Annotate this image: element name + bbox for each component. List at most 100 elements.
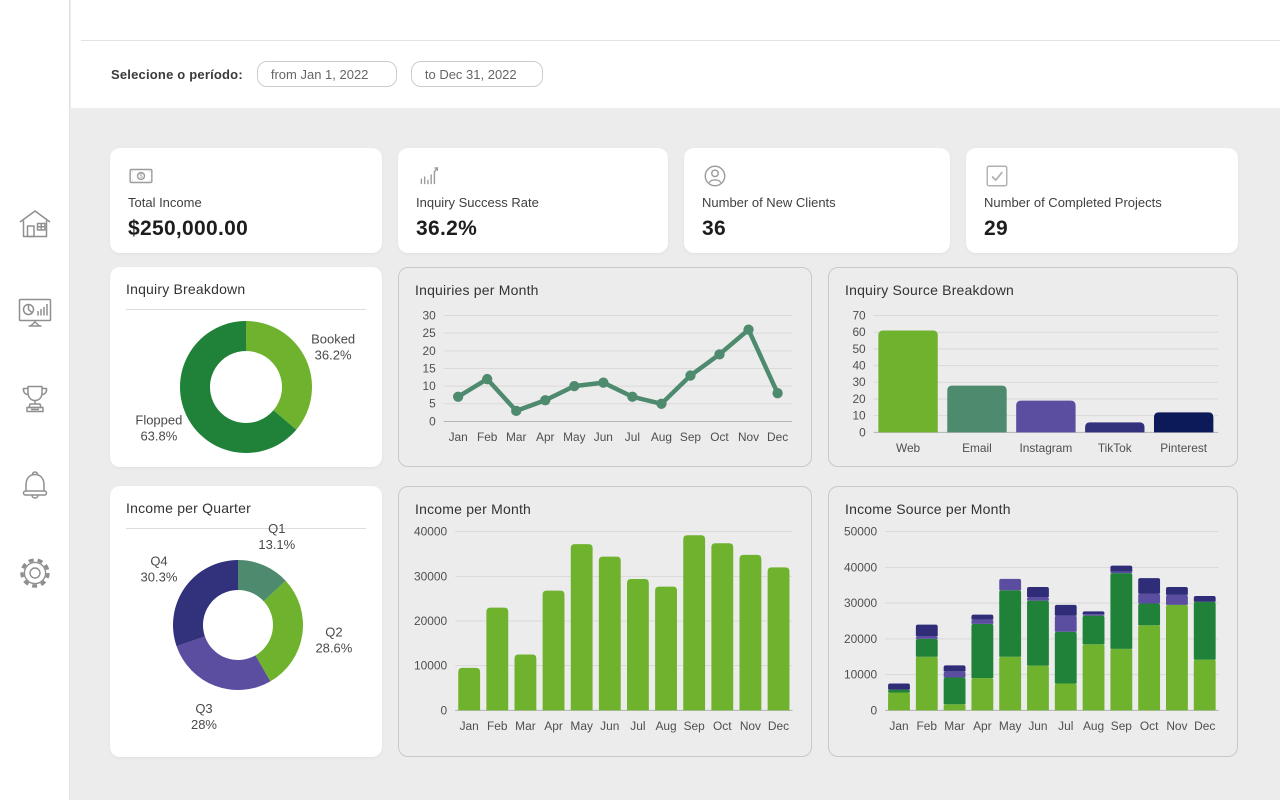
svg-text:Nov: Nov	[738, 430, 759, 444]
inquiry-breakdown-card: Inquiry Breakdown Booked36.2%Flopped63.8…	[110, 267, 382, 467]
svg-text:20: 20	[422, 344, 436, 358]
svg-text:Q3: Q3	[195, 701, 212, 716]
kpi-value: $250,000.00	[128, 217, 364, 241]
svg-text:28%: 28%	[191, 717, 217, 732]
svg-text:Mar: Mar	[944, 719, 965, 733]
income-per-month-card: Income per Month 010000200003000040000Ja…	[398, 486, 812, 757]
svg-text:Apr: Apr	[973, 719, 992, 733]
charts-row-1: Inquiry Breakdown Booked36.2%Flopped63.8…	[110, 267, 1240, 467]
svg-text:Feb: Feb	[487, 719, 508, 733]
svg-text:Email: Email	[962, 441, 992, 455]
svg-text:Jun: Jun	[1028, 719, 1047, 733]
svg-text:Mar: Mar	[515, 719, 536, 733]
svg-text:Nov: Nov	[1166, 719, 1187, 733]
money-bill-icon: $	[128, 163, 364, 189]
kpi-card-total-income: $ Total Income $250,000.00	[110, 148, 382, 253]
svg-text:20: 20	[852, 392, 866, 406]
svg-text:Aug: Aug	[651, 430, 672, 444]
svg-text:50000: 50000	[844, 525, 877, 539]
kpi-value: 36.2%	[416, 217, 650, 241]
kpi-value: 29	[984, 217, 1220, 241]
svg-text:Jul: Jul	[630, 719, 645, 733]
sidebar-item-notifications[interactable]	[15, 466, 55, 506]
svg-text:Booked: Booked	[311, 332, 355, 347]
sidebar-item-dashboard[interactable]	[15, 292, 55, 332]
svg-text:Dec: Dec	[1194, 719, 1215, 733]
svg-text:0: 0	[429, 414, 436, 428]
svg-text:Q4: Q4	[150, 554, 167, 569]
svg-text:25: 25	[422, 326, 436, 340]
gear-icon	[15, 553, 55, 593]
svg-text:Jun: Jun	[594, 430, 613, 444]
svg-text:TikTok: TikTok	[1098, 441, 1132, 455]
date-to-input[interactable]	[411, 61, 543, 87]
kpi-card-new-clients: Number of New Clients 36	[684, 148, 950, 253]
inquiry-source-breakdown-card: Inquiry Source Breakdown 010203040506070…	[828, 267, 1238, 467]
sidebar-item-achievements[interactable]	[15, 379, 55, 419]
svg-text:30: 30	[852, 375, 866, 389]
svg-text:Instagram: Instagram	[1019, 441, 1072, 455]
svg-text:Pinterest: Pinterest	[1160, 441, 1208, 455]
income-per-quarter-card: Income per Quarter Q113.1%Q228.6%Q328%Q4…	[110, 486, 382, 757]
growth-chart-icon	[416, 163, 650, 189]
dashboard-presentation-icon	[15, 292, 55, 332]
svg-text:30000: 30000	[844, 596, 877, 610]
sidebar-item-settings[interactable]	[15, 553, 55, 593]
svg-text:Jun: Jun	[600, 719, 619, 733]
svg-text:63.8%: 63.8%	[140, 428, 177, 443]
person-circle-icon	[702, 163, 932, 189]
svg-text:Oct: Oct	[713, 719, 732, 733]
kpi-card-completed-projects: Number of Completed Projects 29	[966, 148, 1238, 253]
svg-text:Dec: Dec	[768, 719, 789, 733]
svg-text:Sep: Sep	[680, 430, 702, 444]
svg-text:20000: 20000	[844, 632, 877, 646]
svg-text:70: 70	[852, 308, 866, 322]
svg-text:50: 50	[852, 342, 866, 356]
svg-text:Aug: Aug	[1083, 719, 1104, 733]
svg-text:60: 60	[852, 325, 866, 339]
kpi-label: Total Income	[128, 195, 364, 210]
svg-text:Feb: Feb	[477, 430, 498, 444]
svg-text:5: 5	[429, 397, 436, 411]
svg-text:Jul: Jul	[625, 430, 640, 444]
income-source-per-month-card: Income Source per Month 0100002000030000…	[828, 486, 1238, 757]
income-source-stacked-bar-chart: 01000020000300004000050000JanFebMarAprMa…	[829, 487, 1237, 756]
svg-text:40000: 40000	[414, 525, 447, 539]
svg-text:13.1%: 13.1%	[258, 537, 295, 552]
kpi-label: Number of Completed Projects	[984, 195, 1220, 210]
inquiry-breakdown-donut-chart: Booked36.2%Flopped63.8%	[110, 267, 382, 467]
svg-text:Dec: Dec	[767, 430, 788, 444]
svg-text:Sep: Sep	[1111, 719, 1133, 733]
home-icon	[15, 205, 55, 245]
svg-text:15: 15	[422, 361, 436, 375]
svg-text:May: May	[570, 719, 593, 733]
charts-row-2: Income per Quarter Q113.1%Q228.6%Q328%Q4…	[110, 486, 1240, 757]
svg-text:10: 10	[422, 379, 436, 393]
income-per-month-bar-chart: 010000200003000040000JanFebMarAprMayJunJ…	[399, 487, 811, 756]
svg-text:Nov: Nov	[740, 719, 761, 733]
inquiry-source-bar-chart: 010203040506070WebEmailInstagramTikTokPi…	[829, 268, 1237, 466]
svg-text:Jan: Jan	[889, 719, 908, 733]
svg-text:40: 40	[852, 359, 866, 373]
svg-text:20000: 20000	[414, 614, 447, 628]
svg-text:28.6%: 28.6%	[315, 641, 352, 656]
svg-text:10000: 10000	[414, 659, 447, 673]
svg-text:Jan: Jan	[460, 719, 479, 733]
svg-text:Oct: Oct	[1140, 719, 1159, 733]
kpi-row: $ Total Income $250,000.00 Inquiry Succe…	[110, 148, 1240, 253]
svg-text:Q1: Q1	[268, 521, 285, 536]
svg-text:30000: 30000	[414, 569, 447, 583]
checkbox-icon	[984, 163, 1220, 189]
period-label: Selecione o período:	[111, 67, 243, 82]
date-from-input[interactable]	[257, 61, 397, 87]
trophy-icon	[15, 379, 55, 419]
kpi-label: Inquiry Success Rate	[416, 195, 650, 210]
sidebar-item-home[interactable]	[15, 205, 55, 245]
svg-text:40000: 40000	[844, 560, 877, 574]
svg-text:0: 0	[859, 425, 866, 439]
svg-text:10: 10	[852, 409, 866, 423]
kpi-label: Number of New Clients	[702, 195, 932, 210]
income-per-quarter-donut-chart: Q113.1%Q228.6%Q328%Q430.3%	[110, 486, 382, 757]
svg-text:Q2: Q2	[325, 625, 342, 640]
inquiries-per-month-line-chart: 051015202530JanFebMarAprMayJunJulAugSepO…	[399, 268, 811, 466]
